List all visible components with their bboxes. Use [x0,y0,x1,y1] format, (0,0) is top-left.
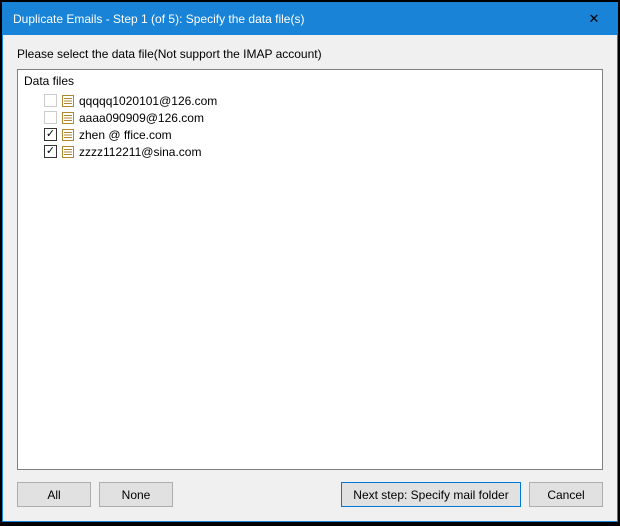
item-label: aaaa090909@126.com [79,111,204,125]
content-area: Please select the data file(Not support … [3,35,617,521]
button-row: All None Next step: Specify mail folder … [17,482,603,507]
data-file-icon [61,128,75,142]
list-item[interactable]: ✓ zzzz112211@sina.com [24,143,596,160]
checkbox[interactable]: ✓ [44,145,57,158]
list-header: Data files [24,72,596,90]
cancel-button[interactable]: Cancel [529,482,603,507]
none-button[interactable]: None [99,482,173,507]
list-item[interactable]: qqqqq1020101@126.com [24,92,596,109]
window-title: Duplicate Emails - Step 1 (of 5): Specif… [13,12,571,26]
data-file-icon [61,94,75,108]
checkbox[interactable] [44,94,57,107]
data-files-listbox[interactable]: Data files qqqqq1020101@126.com aaaa0909… [17,69,603,470]
next-step-button[interactable]: Next step: Specify mail folder [341,482,521,507]
titlebar: Duplicate Emails - Step 1 (of 5): Specif… [3,3,617,35]
data-file-icon [61,145,75,159]
close-icon: ✕ [589,11,600,27]
list-item[interactable]: aaaa090909@126.com [24,109,596,126]
dialog-window: Duplicate Emails - Step 1 (of 5): Specif… [2,2,618,522]
list-item[interactable]: ✓ zhen @ ffice.com [24,126,596,143]
checkbox[interactable] [44,111,57,124]
checkbox[interactable]: ✓ [44,128,57,141]
data-file-icon [61,111,75,125]
item-label: zzzz112211@sina.com [79,145,201,159]
close-button[interactable]: ✕ [571,3,617,35]
all-button[interactable]: All [17,482,91,507]
item-label: zhen @ ffice.com [79,128,172,142]
instruction-text: Please select the data file(Not support … [17,47,603,61]
item-label: qqqqq1020101@126.com [79,94,217,108]
